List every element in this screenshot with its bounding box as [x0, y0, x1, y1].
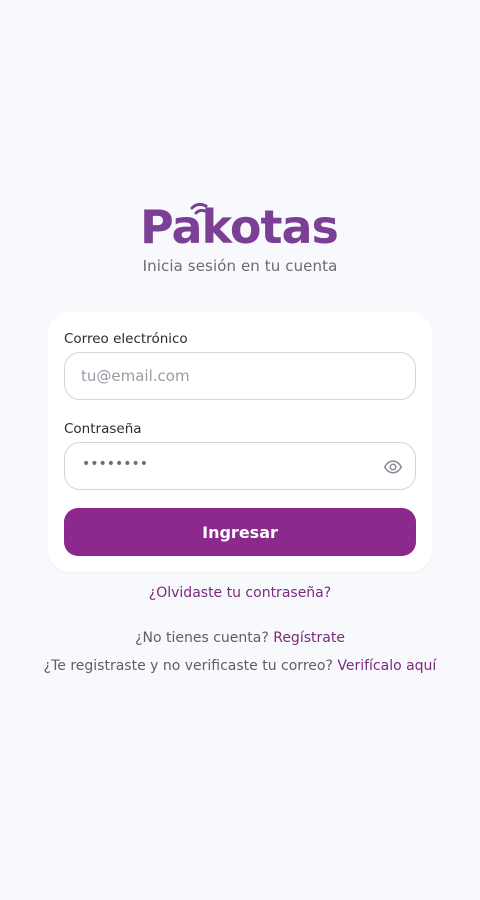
login-page: Pakotas Inicia sesión en tu cuenta Corre… [0, 0, 480, 900]
password-field[interactable]: •••••••• [64, 442, 416, 490]
page-subtitle: Inicia sesión en tu cuenta [142, 257, 338, 275]
password-label: Contraseña [64, 421, 142, 437]
password-value: •••••••• [82, 456, 149, 472]
email-label: Correo electrónico [64, 331, 188, 347]
submit-button[interactable]: Ingresar [64, 508, 416, 556]
email-field[interactable]: tu@email.com [64, 352, 416, 400]
verify-link[interactable]: Verifícalo aquí [337, 658, 436, 674]
verify-prompt: ¿Te registraste y no verificaste tu corr… [40, 656, 440, 677]
forgot-password-link[interactable]: ¿Olvidaste tu contraseña? [0, 585, 480, 601]
email-placeholder: tu@email.com [81, 367, 190, 385]
no-account-text: ¿No tienes cuenta? [135, 630, 269, 646]
register-link[interactable]: Regístrate [273, 630, 345, 646]
logo-wordmark: Pakotas [140, 200, 338, 248]
pakotas-logo: Pakotas [140, 200, 339, 248]
unverified-text: ¿Te registraste y no verificaste tu corr… [43, 658, 333, 674]
eye-icon[interactable] [383, 457, 403, 477]
login-card: Correo electrónico tu@email.com Contrase… [48, 312, 432, 572]
brand-logo: Pakotas [0, 196, 480, 248]
register-prompt: ¿No tienes cuenta? Regístrate [40, 628, 440, 649]
